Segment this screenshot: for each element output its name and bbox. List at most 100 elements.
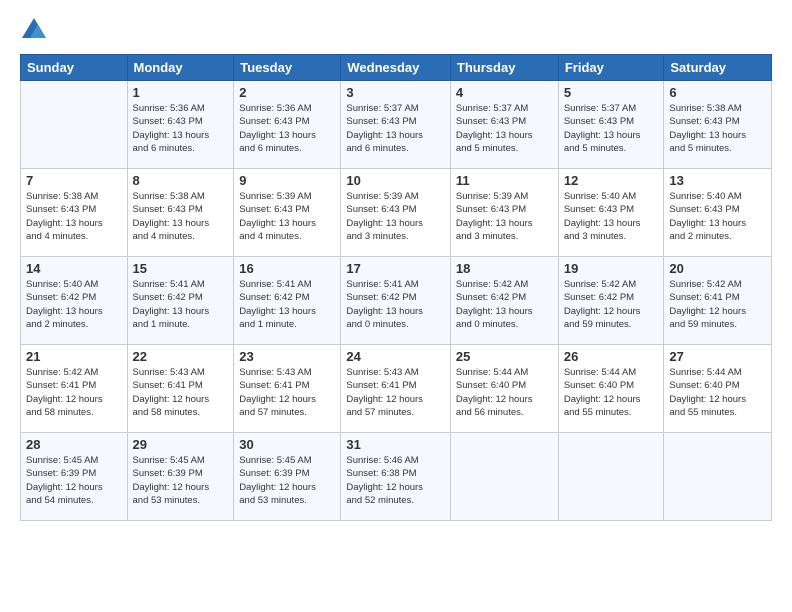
calendar-cell: 10 Sunrise: 5:39 AMSunset: 6:43 PMDayligh… [341,169,451,257]
day-info: Sunrise: 5:37 AMSunset: 6:43 PMDaylight:… [456,102,553,155]
calendar-header-saturday: Saturday [664,55,772,81]
day-info: Sunrise: 5:38 AMSunset: 6:43 PMDaylight:… [669,102,766,155]
calendar-cell: 18Sunrise: 5:42 AMSunset: 6:42 PMDayligh… [450,257,558,345]
day-number: 25 [456,349,553,364]
week-row-3: 14 Sunrise: 5:40 AMSunset: 6:42 PMDayligh… [21,257,772,345]
calendar-cell: 29 Sunrise: 5:45 AMSunset: 6:39 PMDayligh… [127,433,234,521]
day-number: 27 [669,349,766,364]
day-number: 16 [239,261,335,276]
day-number: 30 [239,437,335,452]
calendar-cell: 31 Sunrise: 5:46 AMSunset: 6:38 PMDayligh… [341,433,451,521]
calendar-header-wednesday: Wednesday [341,55,451,81]
calendar-header-monday: Monday [127,55,234,81]
day-number: 2 [239,85,335,100]
day-number: 20 [669,261,766,276]
day-info: Sunrise: 5:36 AMSunset: 6:43 PMDaylight:… [239,102,335,155]
day-number: 15 [133,261,229,276]
page-header [20,16,772,44]
day-number: 5 [564,85,659,100]
day-number: 6 [669,85,766,100]
day-info: Sunrise: 5:38 AMSunset: 6:43 PMDaylight:… [26,190,122,243]
day-info: Sunrise: 5:45 AMSunset: 6:39 PMDaylight:… [26,454,122,507]
calendar-cell: 24 Sunrise: 5:43 AMSunset: 6:41 PMDayligh… [341,345,451,433]
day-info: Sunrise: 5:36 AMSunset: 6:43 PMDaylight:… [133,102,229,155]
day-number: 11 [456,173,553,188]
day-info: Sunrise: 5:42 AMSunset: 6:41 PMDaylight:… [669,278,766,331]
logo [20,16,52,44]
calendar-cell: 17 Sunrise: 5:41 AMSunset: 6:42 PMDayligh… [341,257,451,345]
calendar-cell: 6 Sunrise: 5:38 AMSunset: 6:43 PMDaylight… [664,81,772,169]
calendar-cell: 7 Sunrise: 5:38 AMSunset: 6:43 PMDaylight… [21,169,128,257]
day-info: Sunrise: 5:39 AMSunset: 6:43 PMDaylight:… [346,190,445,243]
calendar-header-sunday: Sunday [21,55,128,81]
day-number: 8 [133,173,229,188]
day-number: 13 [669,173,766,188]
calendar-cell: 11Sunrise: 5:39 AMSunset: 6:43 PMDayligh… [450,169,558,257]
day-info: Sunrise: 5:45 AMSunset: 6:39 PMDaylight:… [133,454,229,507]
day-info: Sunrise: 5:42 AMSunset: 6:42 PMDaylight:… [564,278,659,331]
calendar-cell: 15Sunrise: 5:41 AMSunset: 6:42 PMDayligh… [127,257,234,345]
day-number: 24 [346,349,445,364]
calendar-cell: 21Sunrise: 5:42 AMSunset: 6:41 PMDayligh… [21,345,128,433]
calendar-cell: 22Sunrise: 5:43 AMSunset: 6:41 PMDayligh… [127,345,234,433]
week-row-5: 28 Sunrise: 5:45 AMSunset: 6:39 PMDayligh… [21,433,772,521]
calendar-header-tuesday: Tuesday [234,55,341,81]
day-number: 9 [239,173,335,188]
day-info: Sunrise: 5:43 AMSunset: 6:41 PMDaylight:… [133,366,229,419]
day-info: Sunrise: 5:44 AMSunset: 6:40 PMDaylight:… [669,366,766,419]
day-number: 7 [26,173,122,188]
day-number: 21 [26,349,122,364]
week-row-2: 7 Sunrise: 5:38 AMSunset: 6:43 PMDaylight… [21,169,772,257]
calendar-cell: 19Sunrise: 5:42 AMSunset: 6:42 PMDayligh… [558,257,664,345]
calendar-cell: 14 Sunrise: 5:40 AMSunset: 6:42 PMDayligh… [21,257,128,345]
calendar-cell: 3 Sunrise: 5:37 AMSunset: 6:43 PMDaylight… [341,81,451,169]
calendar-cell: 4 Sunrise: 5:37 AMSunset: 6:43 PMDaylight… [450,81,558,169]
day-number: 14 [26,261,122,276]
week-row-4: 21Sunrise: 5:42 AMSunset: 6:41 PMDayligh… [21,345,772,433]
calendar-cell: 20 Sunrise: 5:42 AMSunset: 6:41 PMDayligh… [664,257,772,345]
day-info: Sunrise: 5:43 AMSunset: 6:41 PMDaylight:… [346,366,445,419]
calendar-cell: 9 Sunrise: 5:39 AMSunset: 6:43 PMDaylight… [234,169,341,257]
calendar-cell [558,433,664,521]
day-number: 10 [346,173,445,188]
day-number: 18 [456,261,553,276]
day-info: Sunrise: 5:40 AMSunset: 6:42 PMDaylight:… [26,278,122,331]
day-number: 12 [564,173,659,188]
day-number: 17 [346,261,445,276]
day-info: Sunrise: 5:41 AMSunset: 6:42 PMDaylight:… [346,278,445,331]
day-number: 29 [133,437,229,452]
calendar-cell [450,433,558,521]
calendar-cell: 26 Sunrise: 5:44 AMSunset: 6:40 PMDayligh… [558,345,664,433]
calendar-cell: 30 Sunrise: 5:45 AMSunset: 6:39 PMDayligh… [234,433,341,521]
calendar-cell [664,433,772,521]
calendar-cell: 8 Sunrise: 5:38 AMSunset: 6:43 PMDaylight… [127,169,234,257]
calendar-cell: 23Sunrise: 5:43 AMSunset: 6:41 PMDayligh… [234,345,341,433]
day-number: 31 [346,437,445,452]
day-info: Sunrise: 5:46 AMSunset: 6:38 PMDaylight:… [346,454,445,507]
calendar-cell [21,81,128,169]
day-info: Sunrise: 5:37 AMSunset: 6:43 PMDaylight:… [346,102,445,155]
calendar-cell: 25 Sunrise: 5:44 AMSunset: 6:40 PMDayligh… [450,345,558,433]
day-info: Sunrise: 5:44 AMSunset: 6:40 PMDaylight:… [564,366,659,419]
calendar-header-thursday: Thursday [450,55,558,81]
week-row-1: 1 Sunrise: 5:36 AMSunset: 6:43 PMDaylight… [21,81,772,169]
calendar-cell: 5Sunrise: 5:37 AMSunset: 6:43 PMDaylight… [558,81,664,169]
day-info: Sunrise: 5:40 AMSunset: 6:43 PMDaylight:… [669,190,766,243]
day-info: Sunrise: 5:44 AMSunset: 6:40 PMDaylight:… [456,366,553,419]
day-number: 26 [564,349,659,364]
calendar-cell: 27 Sunrise: 5:44 AMSunset: 6:40 PMDayligh… [664,345,772,433]
calendar-cell: 2 Sunrise: 5:36 AMSunset: 6:43 PMDaylight… [234,81,341,169]
day-number: 1 [133,85,229,100]
day-info: Sunrise: 5:41 AMSunset: 6:42 PMDaylight:… [239,278,335,331]
calendar-cell: 13 Sunrise: 5:40 AMSunset: 6:43 PMDayligh… [664,169,772,257]
calendar-header-friday: Friday [558,55,664,81]
day-info: Sunrise: 5:39 AMSunset: 6:43 PMDaylight:… [239,190,335,243]
day-info: Sunrise: 5:45 AMSunset: 6:39 PMDaylight:… [239,454,335,507]
day-info: Sunrise: 5:38 AMSunset: 6:43 PMDaylight:… [133,190,229,243]
day-number: 3 [346,85,445,100]
day-number: 23 [239,349,335,364]
day-number: 28 [26,437,122,452]
day-number: 4 [456,85,553,100]
calendar-cell: 1 Sunrise: 5:36 AMSunset: 6:43 PMDaylight… [127,81,234,169]
day-info: Sunrise: 5:40 AMSunset: 6:43 PMDaylight:… [564,190,659,243]
